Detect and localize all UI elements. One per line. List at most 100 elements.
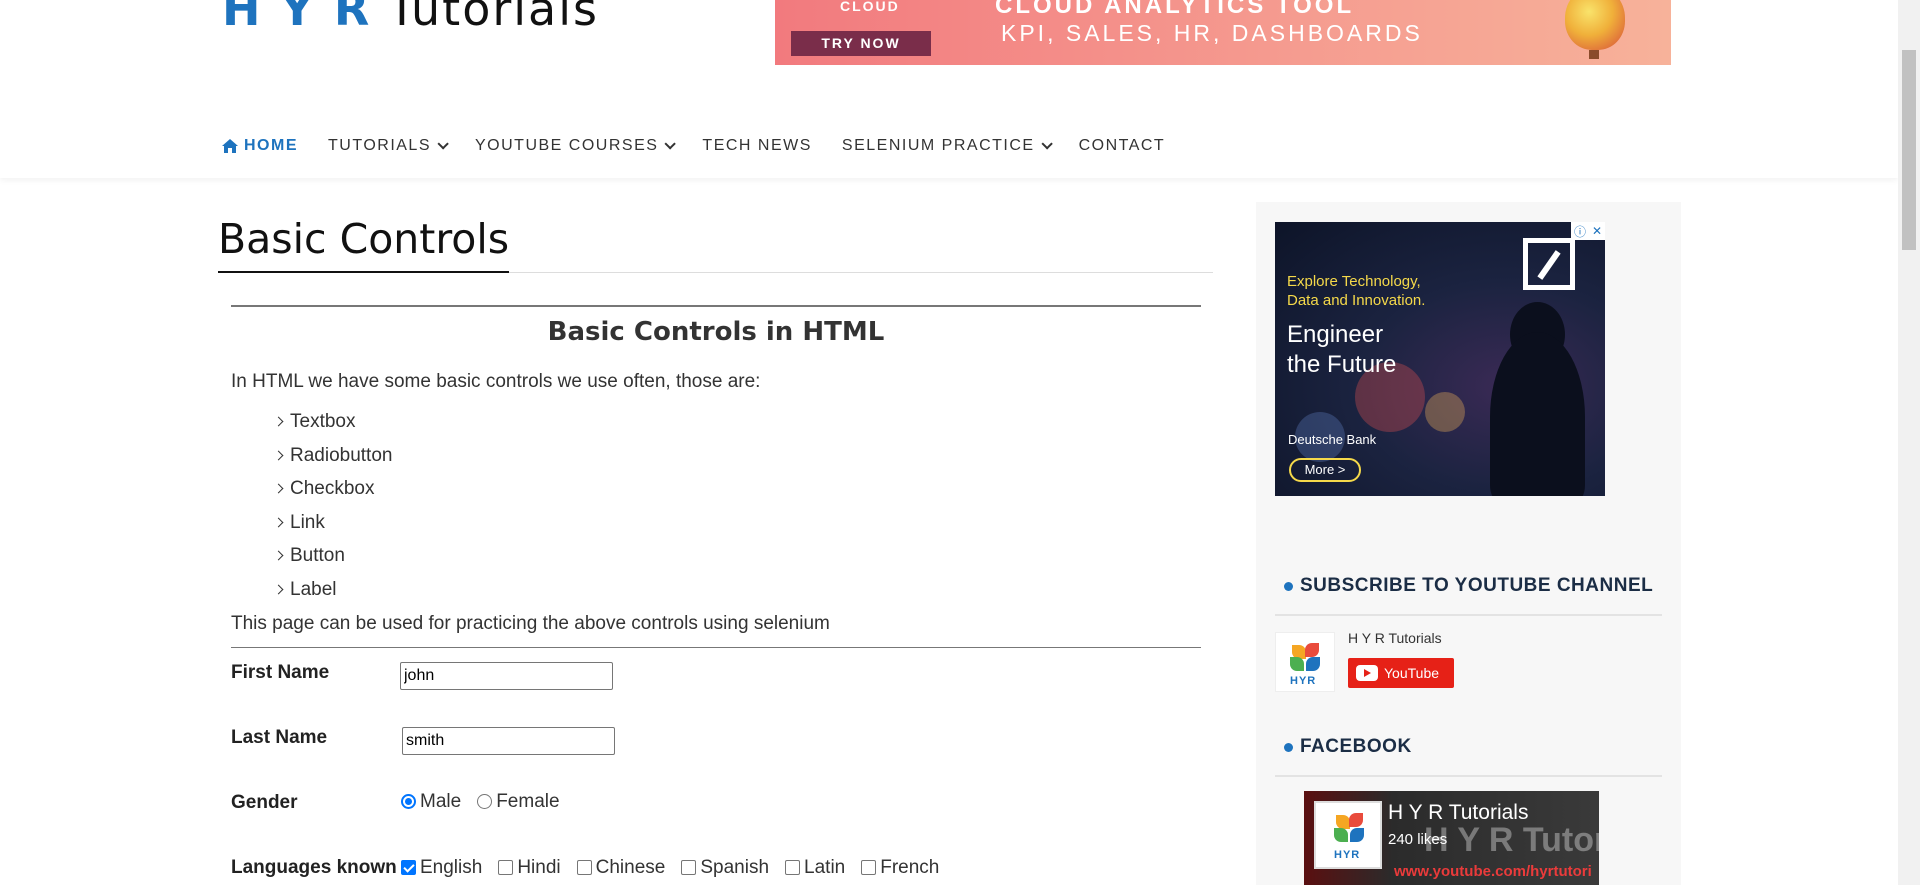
facebook-page-plugin[interactable]: H Y R Tutoria www.youtube.com/hyrtutori … [1304, 791, 1599, 885]
ad-choices: ⓘ ✕ [1571, 222, 1605, 240]
logo-leaf-icon [1290, 657, 1304, 671]
main-nav: HOME TUTORIALS YOUTUBE COURSES TECH NEWS… [222, 128, 1195, 164]
list-item: Textbox [273, 405, 1201, 439]
logo-hyr: H Y R [222, 0, 371, 26]
info-icon[interactable]: ⓘ [1574, 223, 1586, 240]
nav-home[interactable]: HOME [222, 137, 298, 155]
male-radio[interactable] [401, 794, 416, 810]
ad-more-button[interactable]: More > [1289, 458, 1361, 482]
banner-subline: KPI, SALES, HR, DASHBOARDS [1001, 20, 1423, 46]
balloon-icon [1565, 0, 1625, 50]
banner-headline: CLOUD ANALYTICS TOOL [995, 0, 1355, 19]
chevron-down-icon [437, 138, 449, 150]
widget-divider [1275, 614, 1662, 616]
french-checkbox[interactable] [861, 860, 877, 876]
hindi-checkbox-label: Hindi [517, 856, 561, 878]
list-item: Label [273, 573, 1201, 607]
ad-bokeh-decoration [1425, 392, 1465, 432]
facebook-widget-title-text: FACEBOOK [1300, 736, 1412, 757]
channel-name: H Y R Tutorials [1348, 630, 1442, 646]
ad-tagline: Explore Technology, Data and Innovation. [1287, 272, 1425, 310]
fb-page-name[interactable]: H Y R Tutorials [1388, 801, 1528, 825]
nav-selenium-practice-label: SELENIUM PRACTICE [841, 137, 1035, 154]
list-item-label: Link [290, 511, 325, 533]
scrollbar-thumb[interactable] [1902, 50, 1916, 250]
bullet-dot-icon [1284, 581, 1293, 591]
intro-text: In HTML we have some basic controls we u… [231, 371, 761, 392]
first-name-label: First Name [231, 661, 330, 683]
ad-person-silhouette [1490, 332, 1585, 496]
youtube-subscribe-button[interactable]: YouTube [1348, 658, 1454, 688]
site-logo[interactable]: H Y R Tutorials [222, 0, 599, 26]
chinese-checkbox[interactable] [576, 860, 592, 876]
logo-leaf-icon [1349, 813, 1363, 827]
banner-try-now-button[interactable]: TRY NOW [791, 31, 931, 56]
list-item: Link [273, 506, 1201, 540]
channel-logo[interactable]: HYR [1275, 632, 1335, 692]
main-content: Basic Controls Basic Controls in HTML In… [218, 215, 1213, 878]
latin-checkbox[interactable] [785, 860, 801, 876]
list-item: Button [273, 539, 1201, 573]
bullet-dot-icon [1284, 742, 1293, 752]
languages-checkbox-group: English Hindi Chinese Spanish Latin Fren… [401, 857, 955, 879]
nav-youtube-courses[interactable]: YOUTUBE COURSES [475, 137, 677, 155]
nav-tutorials[interactable]: TUTORIALS [328, 137, 449, 155]
fb-page-avatar[interactable]: HYR [1314, 801, 1382, 869]
section-title: Basic Controls in HTML [547, 317, 885, 347]
french-checkbox-label: French [880, 856, 940, 878]
close-icon[interactable]: ✕ [1592, 224, 1602, 238]
balloon-basket-icon [1589, 50, 1599, 59]
logo-leaf-icon [1336, 815, 1350, 829]
subscribe-widget-title: SUBSCRIBE TO YOUTUBE CHANNEL [1284, 575, 1653, 597]
language-option-latin[interactable]: Latin [785, 857, 845, 879]
chevron-right-icon [273, 517, 284, 528]
latin-checkbox-label: Latin [804, 856, 846, 878]
ad-headline-line: the Future [1287, 351, 1397, 378]
sidebar-ad[interactable]: Explore Technology, Data and Innovation.… [1275, 222, 1605, 496]
ad-banner[interactable]: CLOUD TRY NOW CLOUD ANALYTICS TOOL KPI, … [775, 0, 1671, 65]
chevron-right-icon [273, 584, 284, 595]
page-scrollbar[interactable] [1898, 0, 1920, 885]
english-checkbox[interactable] [401, 860, 416, 876]
last-name-label: Last Name [231, 726, 328, 748]
hindi-checkbox[interactable] [498, 860, 514, 876]
nav-tech-news[interactable]: TECH NEWS [702, 137, 812, 155]
logo-text: HYR [1334, 849, 1361, 861]
list-item: Checkbox [273, 472, 1201, 506]
language-option-french[interactable]: French [861, 857, 939, 879]
logo-leaf-icon [1306, 657, 1320, 671]
list-item-label: Radiobutton [290, 444, 393, 466]
chevron-right-icon [273, 550, 284, 561]
section-divider [231, 305, 1201, 307]
fb-cover-text: H Y R Tutoria [1424, 821, 1599, 859]
logo-leaf-icon [1334, 828, 1348, 842]
male-radio-label: Male [420, 790, 462, 812]
gender-option-female[interactable]: Female [477, 791, 560, 813]
language-option-english[interactable]: English [401, 857, 482, 879]
nav-contact[interactable]: CONTACT [1079, 137, 1166, 155]
spanish-checkbox-label: Spanish [700, 856, 770, 878]
ad-headline: Engineer the Future [1287, 320, 1396, 380]
spanish-checkbox[interactable] [681, 860, 697, 876]
chevron-right-icon [273, 450, 284, 461]
language-option-chinese[interactable]: Chinese [576, 856, 666, 879]
first-name-input[interactable] [400, 661, 613, 690]
logo-tutorials: Tutorials [388, 0, 599, 26]
gender-label: Gender [231, 791, 298, 813]
nav-tech-news-label: TECH NEWS [702, 137, 812, 154]
language-option-hindi[interactable]: Hindi [498, 856, 561, 879]
banner-cloud-text: CLOUD [840, 0, 900, 14]
language-option-spanish[interactable]: Spanish [681, 857, 769, 879]
logo-leaf-icon [1305, 643, 1319, 657]
chevron-right-icon [273, 416, 284, 427]
chevron-right-icon [273, 483, 284, 494]
chinese-checkbox-label: Chinese [595, 856, 666, 878]
gender-option-male[interactable]: Male [401, 791, 461, 813]
list-item: Radiobutton [273, 439, 1201, 473]
chevron-down-icon [664, 138, 677, 150]
nav-selenium-practice[interactable]: SELENIUM PRACTICE [841, 137, 1053, 155]
chevron-down-icon [1041, 138, 1053, 150]
ad-headline-line: Engineer [1287, 321, 1384, 348]
female-radio[interactable] [477, 794, 493, 810]
last-name-input[interactable] [402, 726, 615, 755]
